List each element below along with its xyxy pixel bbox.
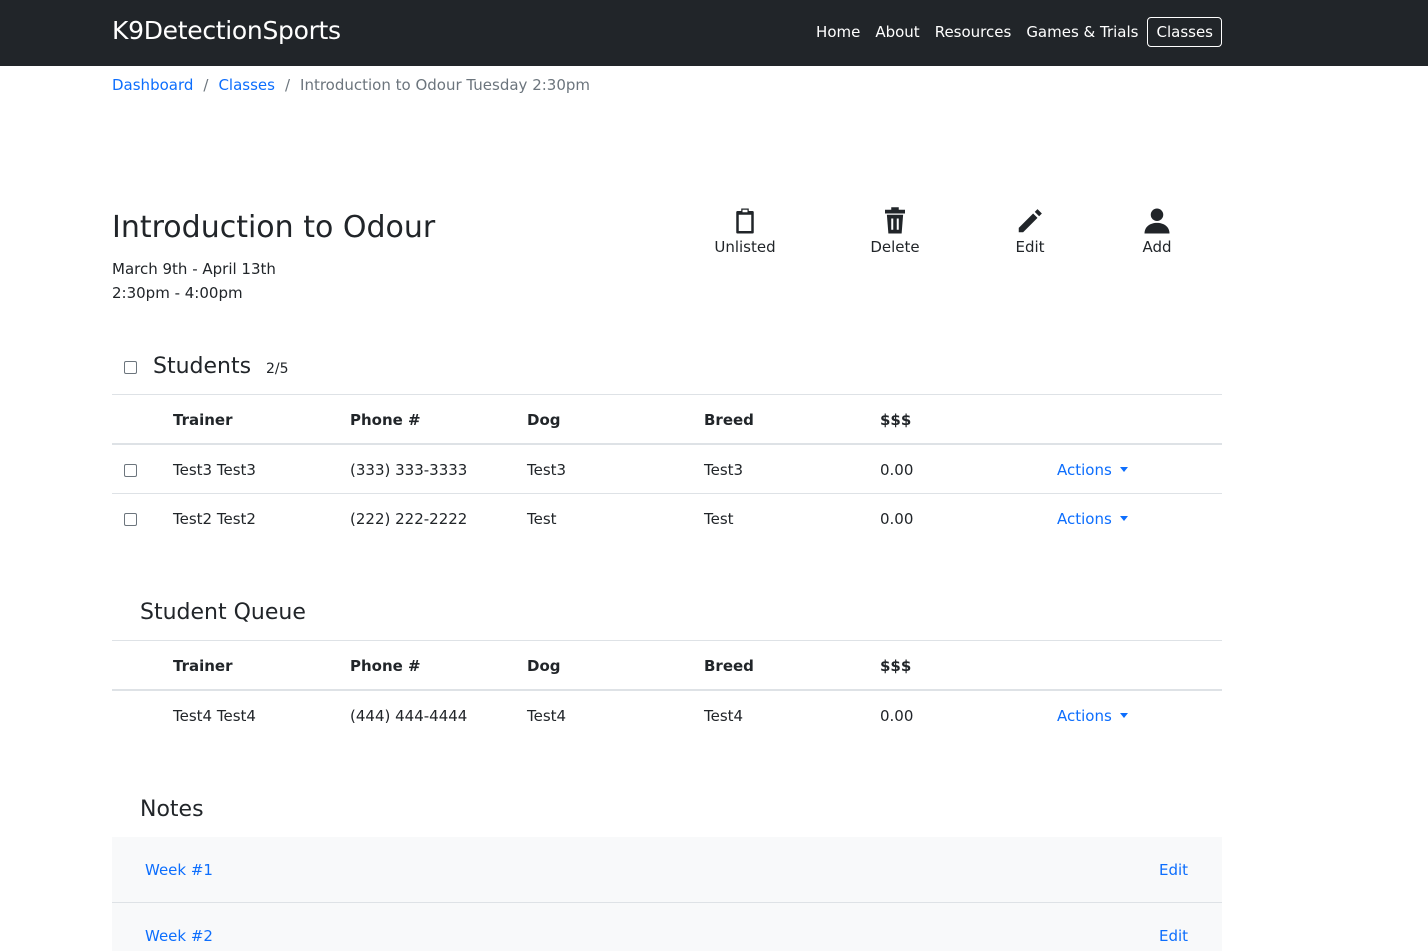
- caret-down-icon: [1119, 467, 1128, 472]
- student-actions-dropdown[interactable]: Actions: [1057, 461, 1128, 479]
- nav-home[interactable]: Home: [816, 23, 860, 41]
- divider: [112, 689, 1222, 691]
- divider: [112, 493, 1222, 494]
- col-header-breed: Breed: [704, 657, 754, 675]
- note-edit-link[interactable]: Edit: [1159, 927, 1188, 945]
- page-title: Introduction to Odour: [112, 210, 436, 245]
- unlisted-label: Unlisted: [714, 238, 776, 256]
- student-dog: Test: [527, 510, 557, 528]
- actions-label: Actions: [1057, 461, 1112, 479]
- nav-games-trials[interactable]: Games & Trials: [1026, 23, 1138, 41]
- nav-links: Home About Resources Games & Trials Clas…: [801, 16, 1222, 48]
- notes-heading: Notes: [140, 797, 204, 822]
- student-amount: 0.00: [880, 461, 914, 479]
- divider: [112, 640, 1222, 641]
- clipboard-icon: [736, 208, 754, 234]
- breadcrumb-separator: /: [284, 76, 291, 94]
- breadcrumb: Dashboard / Classes / Introduction to Od…: [112, 76, 590, 94]
- student-trainer: Test2 Test2: [173, 510, 256, 528]
- actions-label: Actions: [1057, 510, 1112, 528]
- note-week-link[interactable]: Week #2: [145, 927, 213, 945]
- student-dog: Test3: [527, 461, 567, 479]
- students-count: 2/5: [266, 361, 289, 377]
- note-item: [112, 837, 1222, 903]
- queue-breed: Test4: [704, 707, 744, 725]
- col-header-breed: Breed: [704, 411, 754, 429]
- pencil-icon: [1018, 209, 1042, 233]
- col-header-trainer: Trainer: [173, 657, 233, 675]
- nav-about[interactable]: About: [875, 23, 919, 41]
- queue-amount: 0.00: [880, 707, 914, 725]
- add-button[interactable]: Add: [1102, 206, 1212, 256]
- student-phone: (333) 333-3333: [350, 461, 468, 479]
- student-trainer: Test3 Test3: [173, 461, 256, 479]
- queue-dog: Test4: [527, 707, 567, 725]
- student-breed: Test: [704, 510, 734, 528]
- note-item: [112, 903, 1222, 951]
- nav-classes[interactable]: Classes: [1147, 17, 1222, 47]
- top-navbar: K9DetectionSports Home About Resources G…: [0, 0, 1428, 66]
- select-all-students-checkbox[interactable]: [124, 361, 137, 374]
- student-phone: (222) 222-2222: [350, 510, 468, 528]
- unlisted-button[interactable]: Unlisted: [690, 206, 800, 256]
- class-dates: March 9th - April 13th: [112, 260, 276, 278]
- note-week-link[interactable]: Week #1: [145, 861, 213, 879]
- col-header-dog: Dog: [527, 411, 561, 429]
- actions-label: Actions: [1057, 707, 1112, 725]
- caret-down-icon: [1119, 516, 1128, 521]
- queue-actions-dropdown[interactable]: Actions: [1057, 707, 1128, 725]
- caret-down-icon: [1119, 713, 1128, 718]
- divider: [112, 443, 1222, 445]
- students-heading: Students: [153, 354, 252, 379]
- student-row-checkbox[interactable]: [124, 513, 137, 526]
- col-header-dog: Dog: [527, 657, 561, 675]
- breadcrumb-separator: /: [203, 76, 209, 94]
- divider: [112, 394, 1222, 395]
- delete-button[interactable]: Delete: [840, 206, 950, 256]
- col-header-trainer: Trainer: [173, 411, 233, 429]
- col-header-phone: Phone #: [350, 657, 421, 675]
- queue-trainer: Test4 Test4: [173, 707, 256, 725]
- student-row-checkbox[interactable]: [124, 464, 137, 477]
- col-header-amount: $$$: [880, 657, 912, 675]
- col-header-amount: $$$: [880, 411, 912, 429]
- student-breed: Test3: [704, 461, 744, 479]
- queue-phone: (444) 444-4444: [350, 707, 468, 725]
- col-header-phone: Phone #: [350, 411, 421, 429]
- queue-heading: Student Queue: [140, 600, 306, 625]
- edit-label: Edit: [1015, 238, 1045, 256]
- student-amount: 0.00: [880, 510, 914, 528]
- breadcrumb-classes[interactable]: Classes: [218, 76, 275, 94]
- edit-button[interactable]: Edit: [975, 206, 1085, 256]
- brand-logo[interactable]: K9DetectionSports: [112, 16, 341, 45]
- class-time: 2:30pm - 4:00pm: [112, 284, 243, 302]
- nav-resources[interactable]: Resources: [935, 23, 1012, 41]
- note-edit-link[interactable]: Edit: [1159, 861, 1188, 879]
- add-label: Add: [1142, 238, 1172, 256]
- trash-icon: [885, 207, 905, 234]
- delete-label: Delete: [870, 238, 920, 256]
- breadcrumb-current: Introduction to Odour Tuesday 2:30pm: [300, 76, 591, 94]
- breadcrumb-dashboard[interactable]: Dashboard: [112, 76, 193, 94]
- student-actions-dropdown[interactable]: Actions: [1057, 510, 1128, 528]
- person-icon: [1144, 208, 1170, 234]
